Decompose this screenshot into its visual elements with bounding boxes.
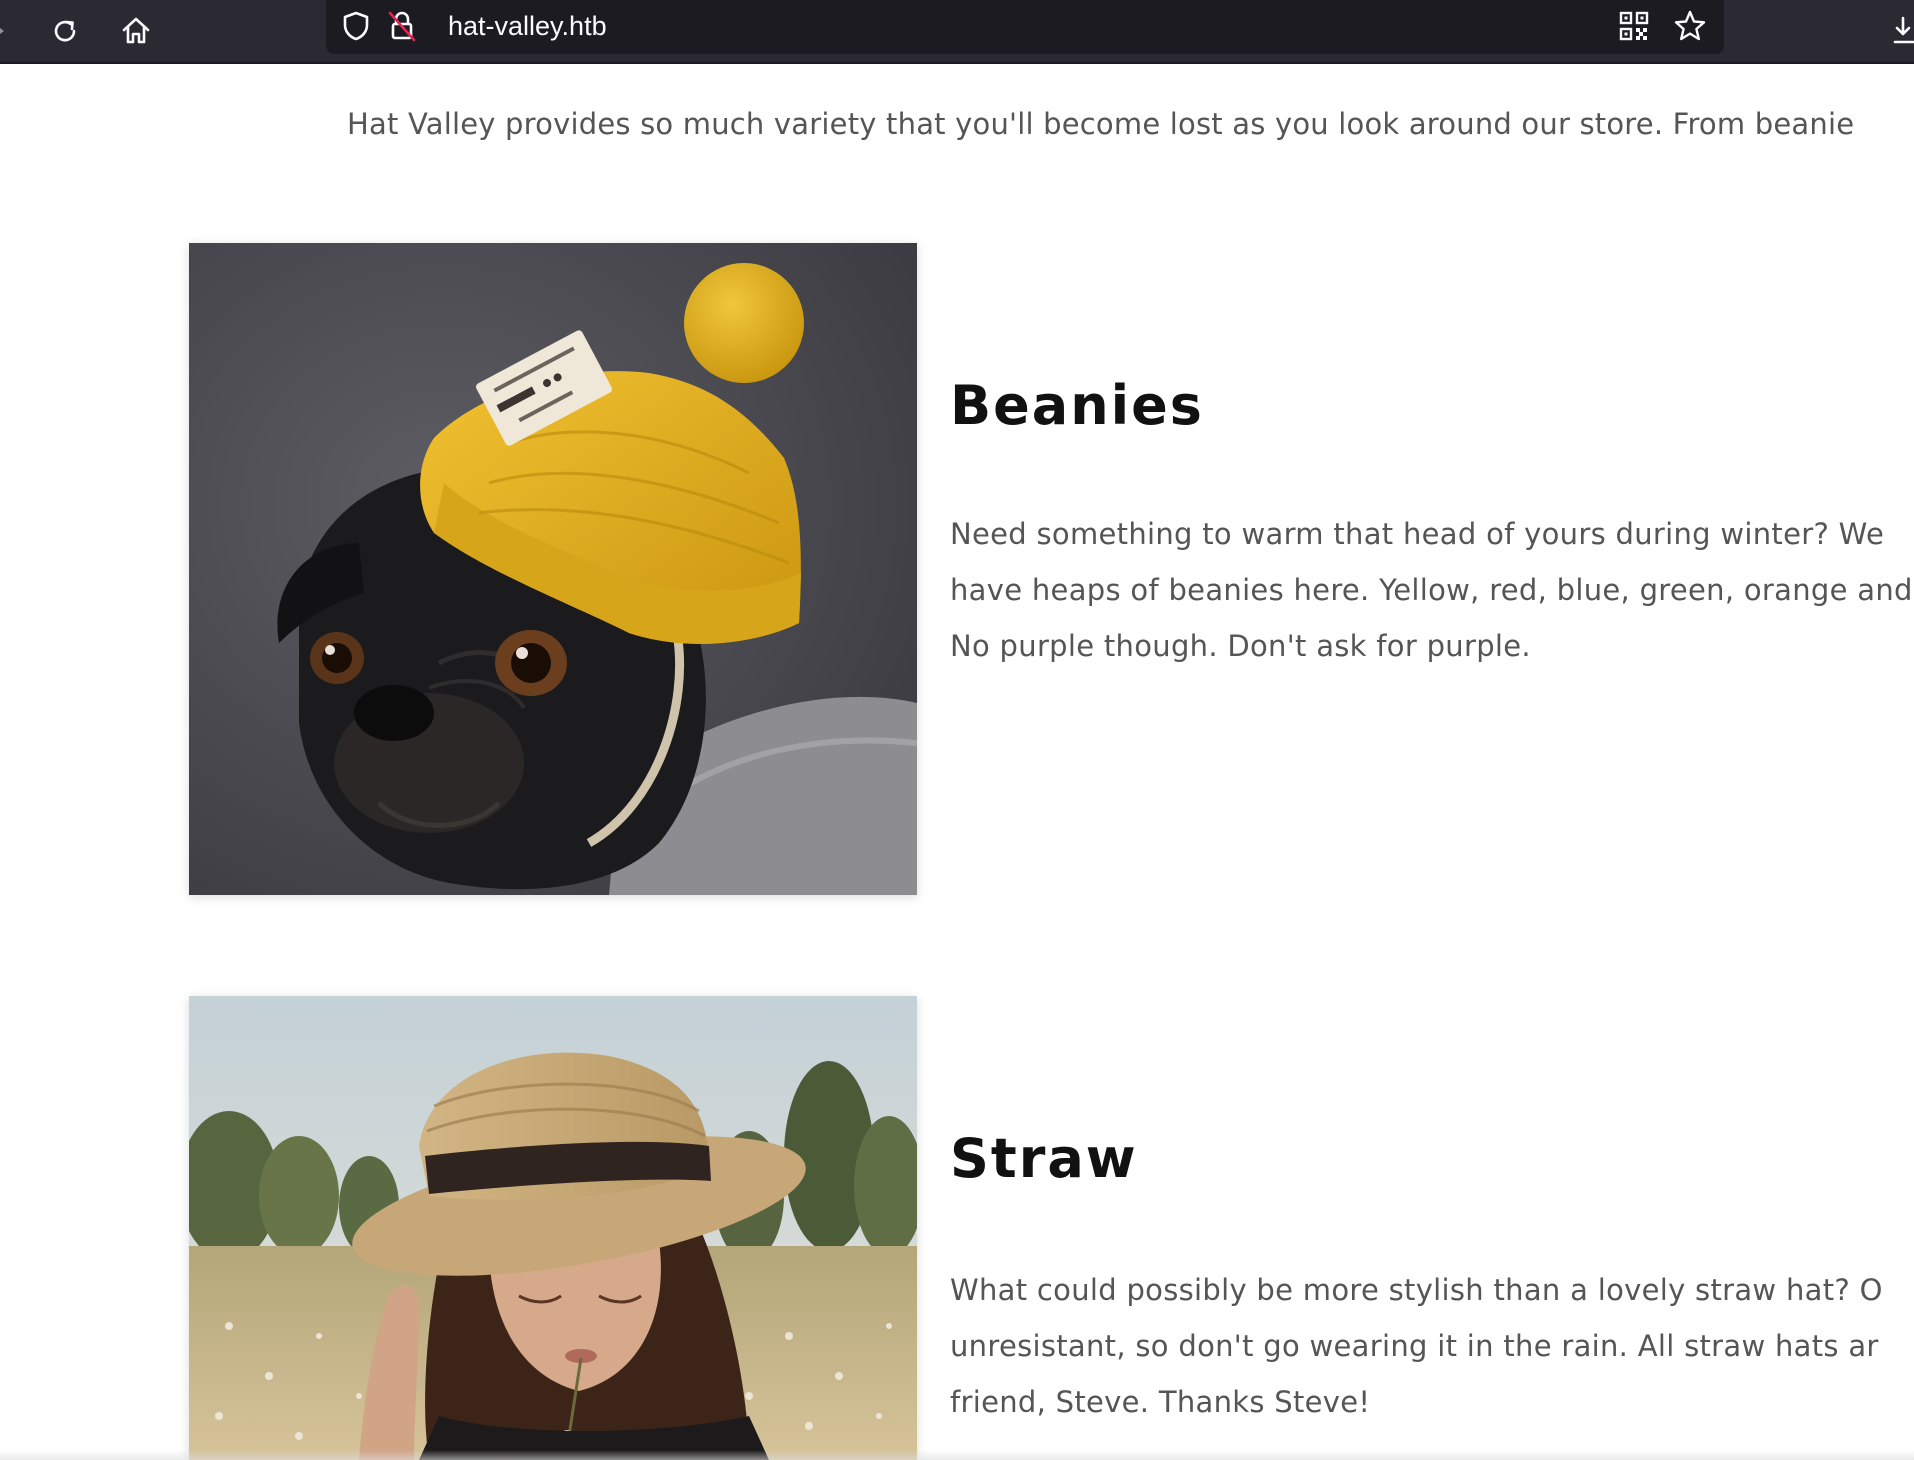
home-icon[interactable] (110, 6, 162, 56)
product-description-beanies: Need something to warm that head of your… (950, 506, 1914, 674)
browser-toolbar: hat-valley.htb (0, 0, 1914, 64)
straw-product-image (189, 996, 917, 1460)
url-text[interactable]: hat-valley.htb (448, 9, 607, 43)
back-arrow-icon[interactable] (0, 6, 26, 56)
intro-text: Hat Valley provides so much variety that… (347, 107, 1855, 141)
download-icon[interactable] (1884, 6, 1914, 56)
description-line: friend, Steve. Thanks Steve! (950, 1385, 1371, 1419)
description-line: No purple though. Don't ask for purple. (950, 629, 1531, 663)
window-bottom-edge (0, 1450, 1914, 1460)
description-line: Need something to warm that head of your… (950, 517, 1885, 551)
insecure-lock-icon[interactable] (384, 8, 420, 44)
address-bar[interactable]: hat-valley.htb (326, 0, 1724, 54)
product-title-beanies: Beanies (950, 374, 1204, 437)
qr-code-icon[interactable] (1616, 8, 1652, 44)
product-title-straw: Straw (950, 1127, 1138, 1190)
description-line: have heaps of beanies here. Yellow, red,… (950, 573, 1913, 607)
browser-window: hat-valley.htb Hat Valley provides so mu… (0, 0, 1914, 1460)
description-line: What could possibly be more stylish than… (950, 1273, 1883, 1307)
reload-icon[interactable] (39, 6, 91, 56)
star-icon[interactable] (1672, 8, 1708, 44)
product-description-straw: What could possibly be more stylish than… (950, 1262, 1914, 1430)
beanie-product-image (189, 243, 917, 895)
description-line: unresistant, so don't go wearing it in t… (950, 1329, 1879, 1363)
shield-icon[interactable] (338, 8, 374, 44)
